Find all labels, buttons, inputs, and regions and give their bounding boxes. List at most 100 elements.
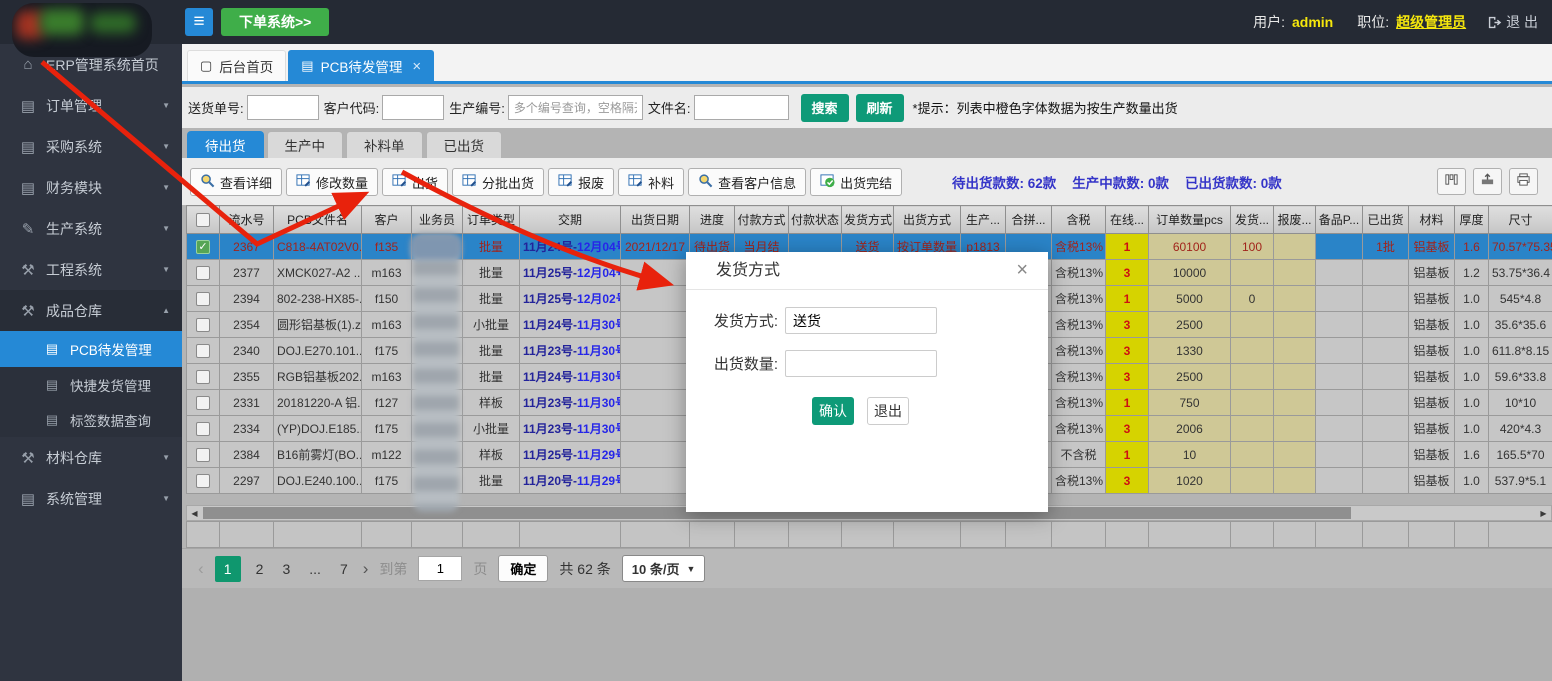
cell-serial: 2354 [220, 312, 274, 338]
sidebar-item-label: 采购系统 [46, 137, 102, 157]
per-page-select[interactable]: 10 条/页▼ [622, 555, 706, 582]
search-field-label: 送货单号: [188, 98, 244, 117]
page-2[interactable]: 2 [252, 561, 268, 577]
subtab-生产中[interactable]: 生产中 [267, 131, 344, 158]
role-label: 职位: [1357, 12, 1389, 32]
columns-icon [1444, 172, 1459, 192]
toolbar-button-label: 出货 [412, 173, 438, 192]
dialog-confirm-button[interactable]: 确认 [812, 397, 854, 425]
page-7[interactable]: 7 [336, 561, 352, 577]
search-input-2[interactable] [508, 95, 643, 120]
toolbar-button-出货[interactable]: 出货 [382, 168, 448, 196]
refresh-button[interactable]: 刷新 [856, 94, 904, 122]
cell-qty: 1020 [1149, 468, 1231, 494]
page-...[interactable]: ... [305, 561, 325, 577]
sidebar-item-订单管理[interactable]: ▤订单管理▼ [0, 85, 182, 126]
toolbar-button-出货完结[interactable]: 出货完结 [810, 168, 902, 196]
page-1[interactable]: 1 [215, 556, 241, 582]
goto-confirm-button[interactable]: 确定 [498, 555, 548, 582]
search-input-3[interactable] [694, 95, 789, 120]
sidebar-subitem-标签数据查询[interactable]: ▤标签数据查询 [0, 402, 182, 437]
search-button[interactable]: 搜索 [801, 94, 849, 122]
row-checkbox[interactable] [196, 448, 210, 462]
row-checkbox[interactable] [196, 344, 210, 358]
row-checkbox[interactable] [196, 266, 210, 280]
row-checkbox[interactable] [196, 474, 210, 488]
toolbar-button-补料[interactable]: 补料 [618, 168, 684, 196]
cell-fh [1231, 260, 1274, 286]
tab-PCB待发管理[interactable]: ▤PCB待发管理× [288, 50, 434, 81]
row-checkbox[interactable] [196, 396, 210, 410]
cell-material: 铝基板 [1409, 338, 1455, 364]
toolbar-button-查看客户信息[interactable]: 查看客户信息 [688, 168, 806, 196]
search-input-1[interactable] [382, 95, 444, 120]
subtab-补料单[interactable]: 补料单 [346, 131, 423, 158]
scroll-right-icon[interactable]: ▶ [1536, 506, 1551, 520]
footer-cell [1006, 522, 1052, 548]
toolbar-button-报废[interactable]: 报废 [548, 168, 614, 196]
sidebar-item-label: 工程系统 [46, 260, 102, 280]
salesman-row1-censored [410, 235, 462, 260]
print-button[interactable] [1509, 168, 1538, 195]
row-checkbox[interactable] [196, 318, 210, 332]
toolbar-button-修改数量[interactable]: 修改数量 [286, 168, 378, 196]
toolbar-button-label: 报废 [578, 173, 604, 192]
tab-后台首页[interactable]: ▢后台首页 [187, 50, 286, 81]
toolbar-button-查看详细[interactable]: 查看详细 [190, 168, 282, 196]
hamburger-menu-icon[interactable]: ≡ [185, 8, 213, 36]
row-checkbox[interactable] [196, 370, 210, 384]
sidebar-subitem-PCB待发管理[interactable]: ▤PCB待发管理 [0, 331, 182, 367]
select-all-header[interactable] [187, 206, 220, 234]
subtab-待出货[interactable]: 待出货 [187, 131, 264, 158]
cell-shipped [1363, 390, 1409, 416]
user-label: 用户: [1253, 12, 1285, 32]
cell-material: 铝基板 [1409, 260, 1455, 286]
due-start: 11月20号- [523, 474, 577, 488]
tab-close-icon[interactable]: × [412, 58, 421, 75]
search-input-0[interactable] [247, 95, 319, 120]
subtab-已出货[interactable]: 已出货 [426, 131, 503, 158]
dialog-close-icon[interactable]: × [1016, 259, 1028, 282]
sidebar-item-成品仓库[interactable]: ⚒成品仓库▲ [0, 290, 182, 331]
tools-icon: ⚒ [18, 449, 38, 467]
cell-due: 11月25号-12月02号 [520, 286, 621, 312]
footer-cell [1409, 522, 1455, 548]
cell-bf [1274, 468, 1316, 494]
select-all-checkbox[interactable] [196, 213, 210, 227]
page-prev-icon[interactable]: ‹ [198, 559, 204, 579]
sidebar-subitem-快捷发货管理[interactable]: ▤快捷发货管理 [0, 367, 182, 402]
sidebar-item-采购系统[interactable]: ▤采购系统▼ [0, 126, 182, 167]
cell-customer: f175 [362, 468, 412, 494]
sidebar-item-材料仓库[interactable]: ⚒材料仓库▼ [0, 437, 182, 478]
due-end: 12月04号 [577, 266, 620, 280]
sidebar-item-工程系统[interactable]: ⚒工程系统▼ [0, 249, 182, 290]
dialog-exit-button[interactable]: 退出 [867, 397, 909, 425]
scroll-left-icon[interactable]: ◀ [187, 506, 202, 520]
doc-icon: ▤ [18, 97, 38, 115]
goto-page-input[interactable] [418, 556, 462, 581]
cell-online: 3 [1106, 364, 1149, 390]
ship-quantity-input[interactable] [785, 350, 937, 377]
columns-button[interactable] [1437, 168, 1466, 195]
cell-shipped [1363, 312, 1409, 338]
page-next-icon[interactable]: › [363, 559, 369, 579]
cell-fh [1231, 468, 1274, 494]
page-3[interactable]: 3 [278, 561, 294, 577]
footer-cell [894, 522, 961, 548]
cell-size: 420*4.3 [1489, 416, 1552, 442]
toolbar-button-分批出货[interactable]: 分批出货 [452, 168, 544, 196]
row-checkbox-checked[interactable]: ✓ [196, 240, 210, 254]
row-checkbox[interactable] [196, 292, 210, 306]
sidebar-item-系统管理[interactable]: ▤系统管理▼ [0, 478, 182, 519]
export-button[interactable] [1473, 168, 1502, 195]
logout-button[interactable]: 退 出 [1487, 12, 1538, 32]
delivery-method-input[interactable] [785, 307, 937, 334]
due-start: 11月24号- [523, 318, 577, 332]
sidebar-item-财务模块[interactable]: ▤财务模块▼ [0, 167, 182, 208]
order-system-button[interactable]: 下单系统>> [221, 8, 329, 36]
cell-thick: 1.0 [1455, 312, 1489, 338]
row-checkbox[interactable] [196, 422, 210, 436]
sidebar-item-生产系统[interactable]: ✎生产系统▼ [0, 208, 182, 249]
cell-tax: 含税13% [1052, 390, 1106, 416]
cell-qty: 1330 [1149, 338, 1231, 364]
